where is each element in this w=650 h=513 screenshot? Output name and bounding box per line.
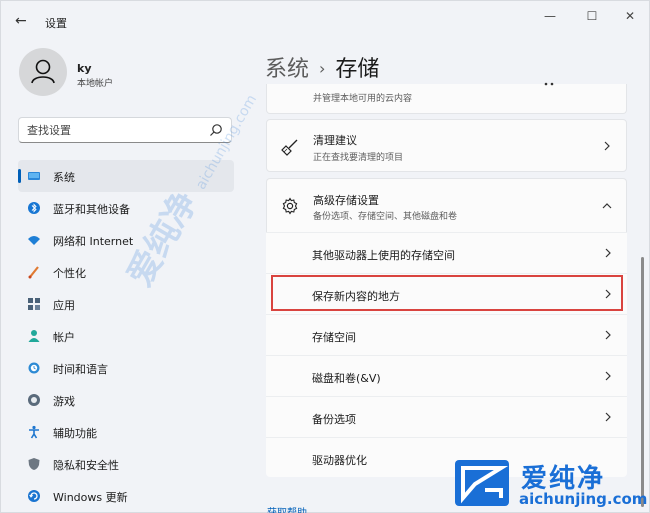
chevron-right-icon — [605, 248, 611, 258]
chevron-right-icon — [605, 412, 611, 422]
sidebar-item-windows-update[interactable]: Windows 更新 — [18, 480, 234, 512]
sidebar-item-label: 个性化 — [53, 267, 86, 280]
settings-window: ← 设置 — ☐ ✕ ky 本地帐户 系统 蓝牙和其他设备 网络和 — [0, 0, 650, 513]
broom-icon — [281, 139, 298, 156]
page-title: 存储 — [335, 57, 380, 82]
sidebar-item-label: 时间和语言 — [53, 363, 108, 376]
sidebar-item-accessibility[interactable]: 辅助功能 — [18, 416, 234, 448]
sidebar-item-label: 帐户 — [53, 331, 75, 344]
globe-clock-icon — [28, 362, 40, 374]
user-icon — [31, 59, 55, 84]
update-icon — [28, 490, 40, 502]
person-icon — [28, 330, 40, 342]
storage-spaces-item[interactable]: 存储空间 — [266, 314, 627, 355]
brush-icon — [28, 266, 39, 279]
gear-icon — [282, 197, 298, 215]
cloud-storage-card[interactable]: 并管理本地可用的云内容 — [266, 82, 627, 114]
back-arrow-icon[interactable]: ← — [15, 13, 31, 29]
search-input[interactable] — [27, 122, 197, 138]
cleanup-title: 清理建议 — [313, 134, 357, 147]
cleanup-subtitle: 正在查找要清理的项目 — [313, 153, 404, 163]
sidebar-item-label: 网络和 Internet — [53, 235, 134, 248]
advanced-storage-title: 高级存储设置 — [313, 194, 379, 207]
sidebar-item-label: 游戏 — [53, 395, 75, 408]
user-account-type: 本地帐户 — [77, 79, 114, 89]
sidebar-item-label: 蓝牙和其他设备 — [53, 203, 130, 216]
sub-item-label: 备份选项 — [312, 413, 356, 426]
advanced-storage-header[interactable]: 高级存储设置 备份选项、存储空间、其他磁盘和卷 — [266, 178, 627, 232]
chevron-right-icon — [605, 330, 611, 340]
sidebar-item-label: 辅助功能 — [53, 427, 97, 440]
shield-icon — [28, 458, 40, 470]
advanced-storage-subtitle: 备份选项、存储空间、其他磁盘和卷 — [313, 212, 458, 222]
maximize-button[interactable]: ☐ — [581, 9, 603, 25]
sidebar-item-privacy[interactable]: 隐私和安全性 — [18, 448, 234, 480]
close-button[interactable]: ✕ — [619, 9, 641, 25]
minimize-button[interactable]: — — [539, 9, 561, 25]
accessibility-icon — [29, 425, 39, 439]
watermark-logo: 爱纯净 aichunjing.com — [449, 456, 649, 512]
chevron-right-icon — [605, 371, 611, 381]
bluetooth-icon — [28, 202, 40, 214]
wifi-icon — [28, 236, 40, 245]
watermark-logo-mark — [455, 460, 509, 506]
backup-options-item[interactable]: 备份选项 — [266, 396, 627, 437]
disks-volumes-item[interactable]: 磁盘和卷(&V) — [266, 355, 627, 396]
other-drives-storage-item[interactable]: 其他驱动器上使用的存储空间 — [266, 232, 627, 273]
highlight-annotation — [271, 275, 623, 311]
breadcrumb-separator: › — [319, 59, 326, 78]
sidebar-item-apps[interactable]: 应用 — [18, 288, 234, 320]
apps-icon — [28, 298, 40, 310]
chevron-right-icon — [604, 141, 610, 151]
sidebar-item-accounts[interactable]: 帐户 — [18, 320, 234, 352]
sub-item-label: 其他驱动器上使用的存储空间 — [312, 249, 455, 262]
breadcrumb: 系统 › 存储 — [265, 51, 379, 83]
sidebar-item-label: 隐私和安全性 — [53, 459, 119, 472]
breadcrumb-parent[interactable]: 系统 — [265, 57, 309, 82]
watermark-logo-url: aichunjing.com — [519, 490, 648, 508]
sub-item-label: 磁盘和卷(&V) — [312, 372, 381, 385]
sidebar-item-label: 系统 — [53, 171, 75, 184]
sidebar-item-label: 应用 — [53, 299, 75, 312]
monitor-icon — [28, 172, 40, 180]
app-title: 设置 — [45, 17, 67, 30]
sidebar-item-time-language[interactable]: 时间和语言 — [18, 352, 234, 384]
avatar[interactable] — [19, 48, 67, 96]
more-icon — [544, 82, 554, 86]
sub-item-label: 存储空间 — [312, 331, 356, 344]
get-help-link[interactable]: 获取帮助 — [267, 504, 307, 513]
cloud-card-subtitle: 并管理本地可用的云内容 — [313, 94, 413, 104]
title-bar: ← 设置 — ☐ ✕ — [1, 1, 650, 41]
sidebar-item-gaming[interactable]: 游戏 — [18, 384, 234, 416]
gamepad-icon — [28, 394, 40, 406]
sidebar-item-label: Windows 更新 — [53, 491, 128, 504]
logo-icon — [461, 466, 509, 504]
sub-item-label: 驱动器优化 — [312, 454, 367, 467]
user-name: ky — [77, 62, 92, 75]
chevron-up-icon — [602, 203, 612, 209]
cleanup-recommendations-card[interactable]: 清理建议 正在查找要清理的项目 — [266, 119, 627, 172]
